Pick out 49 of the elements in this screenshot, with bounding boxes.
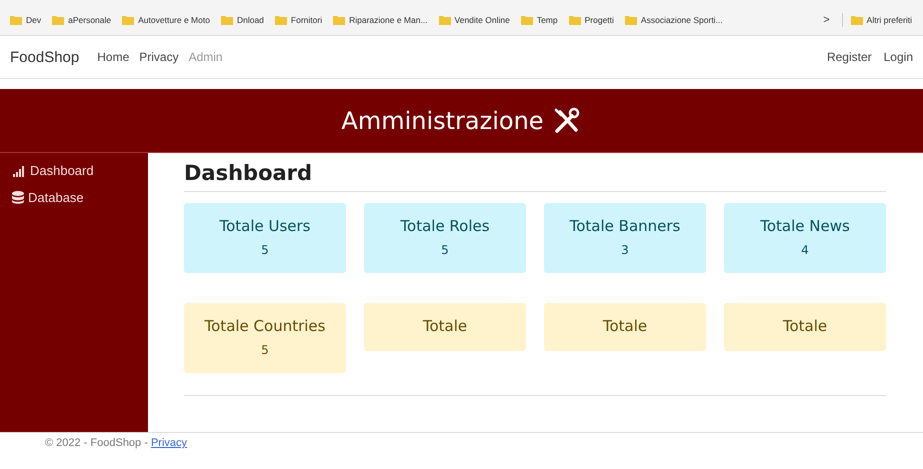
bookmark[interactable]: Altri preferiti (850, 15, 912, 25)
card-count: 4 (800, 243, 810, 257)
folder-icon (624, 15, 637, 25)
bar-chart-icon (12, 164, 26, 176)
card-title: Totale (782, 317, 828, 335)
bookmark[interactable]: Dnload (220, 15, 264, 25)
folder-icon (122, 15, 134, 25)
database-icon (12, 191, 24, 204)
card-count: 5 (260, 243, 270, 257)
privacy-link[interactable]: Privacy (150, 437, 188, 449)
bookmark[interactable]: Temp (520, 15, 558, 25)
brand-link[interactable]: FoodShop (10, 48, 80, 66)
nav-link[interactable]: Login (884, 50, 913, 64)
card-count: 3 (620, 243, 630, 257)
card-title: Totale Roles (399, 217, 491, 235)
card-count: 5 (440, 243, 450, 257)
folder-icon (568, 15, 581, 25)
more-bookmarks-button[interactable]: > (823, 14, 830, 26)
folder-icon (850, 15, 863, 25)
card-title: Totale (602, 317, 648, 335)
nav-link[interactable]: Home (97, 50, 130, 64)
folder-icon (10, 15, 22, 25)
sidebar-item[interactable]: Dashboard (12, 163, 148, 178)
card-title: Totale Users (218, 217, 312, 235)
card-title: Totale News (759, 217, 851, 235)
folder-icon (438, 15, 451, 25)
bookmark[interactable]: Vendite Online (438, 15, 510, 25)
header-title: Amministrazione (341, 106, 544, 134)
bookmark[interactable]: Fornitori (274, 15, 322, 25)
card-title: Totale Countries (204, 317, 326, 335)
folder-icon (333, 15, 346, 25)
bookmark[interactable]: Dev (10, 15, 42, 25)
card-title: Totale (422, 317, 468, 335)
sidebar-item[interactable]: Database (12, 190, 148, 205)
card-title: Totale Banners (568, 217, 682, 235)
bookmark[interactable]: aPersonale (52, 15, 112, 25)
nav-link[interactable]: Privacy (139, 50, 179, 64)
bookmark[interactable]: Associazione Sporti... (624, 15, 723, 25)
folder-icon (274, 15, 287, 25)
bookmark[interactable]: Progetti (568, 15, 614, 25)
folder-icon (52, 15, 64, 25)
footer-text: © 2022 - FoodShop - Privacy (45, 437, 188, 449)
nav-link[interactable]: Register (826, 50, 872, 64)
bookmark[interactable]: Riparazione e Man... (333, 15, 428, 25)
folder-icon (220, 15, 233, 25)
page-title: Dashboard (184, 161, 886, 192)
folder-icon (520, 15, 533, 25)
bookmark[interactable]: Autovetture e Moto (122, 15, 210, 25)
card-count: 5 (260, 343, 270, 357)
